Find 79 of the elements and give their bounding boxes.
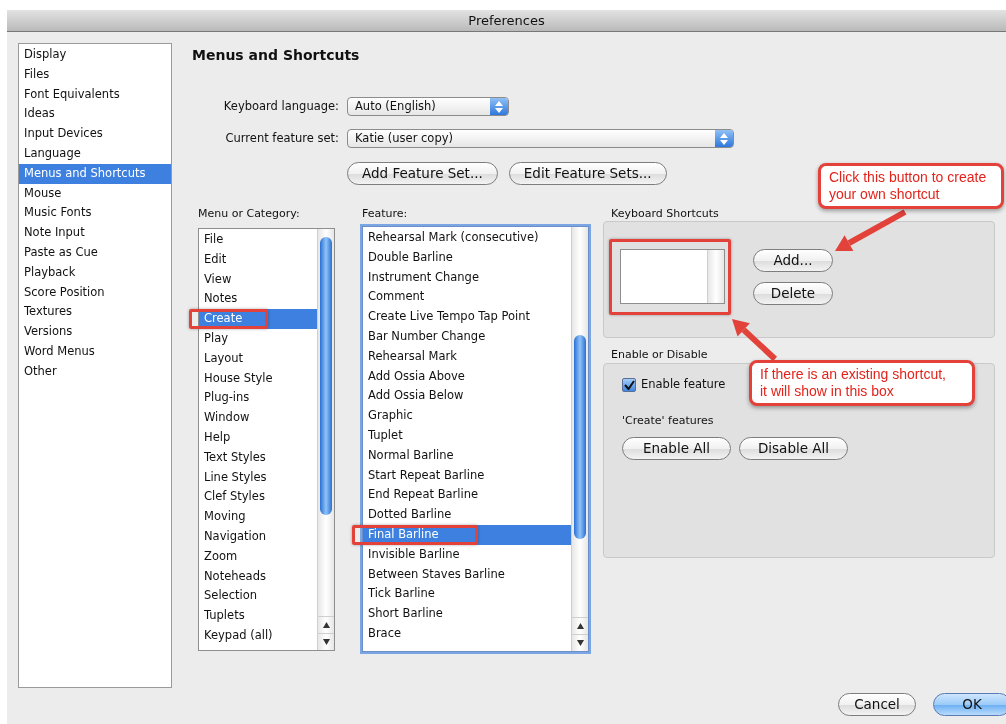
category-item[interactable]: Navigation bbox=[199, 526, 317, 547]
feature-item[interactable]: Instrument Change bbox=[363, 267, 571, 288]
feature-item[interactable]: Double Barline bbox=[363, 247, 571, 268]
keyboard-language-select[interactable]: Auto (English) bbox=[347, 97, 509, 116]
feature-set-select[interactable]: Katie (user copy) bbox=[347, 129, 734, 148]
dialog-button[interactable]: Cancel bbox=[838, 693, 916, 716]
feature-set-button[interactable]: Edit Feature Sets... bbox=[508, 162, 667, 185]
group-label: Keyboard Shortcuts bbox=[611, 207, 720, 221]
sidebar-item[interactable]: Note Input bbox=[19, 223, 171, 243]
category-item[interactable]: House Style bbox=[199, 368, 317, 389]
feature-item[interactable]: Brace bbox=[363, 623, 571, 644]
sidebar-item[interactable]: Font Equivalents bbox=[19, 84, 171, 105]
list-label: Feature: bbox=[362, 207, 409, 221]
sidebar-item[interactable]: Playback bbox=[19, 262, 171, 283]
sidebar-item[interactable]: Language bbox=[19, 144, 171, 164]
category-item[interactable]: Tuplets bbox=[199, 606, 317, 626]
sidebar-item[interactable]: Versions bbox=[19, 322, 171, 342]
sidebar-item[interactable]: Paste as Cue bbox=[19, 242, 171, 263]
page-title: Menus and Shortcuts bbox=[192, 46, 361, 63]
category-item[interactable]: File bbox=[199, 230, 317, 250]
feature-item[interactable]: Create Live Tempo Tap Point bbox=[363, 307, 571, 327]
feature-set-button[interactable]: Add Feature Set... bbox=[347, 162, 498, 185]
feature-item[interactable]: Dotted Barline bbox=[363, 505, 571, 525]
category-item[interactable]: Layout bbox=[199, 348, 317, 369]
feature-item[interactable]: Rehearsal Mark (consecutive) bbox=[363, 228, 571, 248]
feature-item[interactable]: Start Repeat Barline bbox=[363, 465, 571, 486]
category-item[interactable]: Text Styles bbox=[199, 447, 317, 468]
category-item[interactable]: Noteheads bbox=[199, 566, 317, 587]
feature-item[interactable]: Comment bbox=[363, 287, 571, 308]
category-item[interactable]: Plug-ins bbox=[199, 388, 317, 409]
features-label: 'Create' features bbox=[622, 413, 714, 428]
feature-item[interactable]: End Repeat Barline bbox=[363, 485, 571, 506]
feature-item[interactable]: Rehearsal Mark bbox=[363, 346, 571, 367]
category-item[interactable]: Clef Styles bbox=[199, 487, 317, 508]
toggle-all-button[interactable]: Disable All bbox=[739, 436, 848, 460]
sidebar-item[interactable]: Other bbox=[19, 361, 171, 382]
category-item[interactable]: Window bbox=[199, 408, 317, 428]
sidebar-item[interactable]: Music Fonts bbox=[19, 203, 171, 224]
shortcut-button[interactable]: Add... bbox=[753, 249, 833, 272]
category-item[interactable]: Line Styles bbox=[199, 467, 317, 488]
sidebar-item[interactable]: Files bbox=[19, 64, 171, 85]
category-item[interactable]: Selection bbox=[199, 586, 317, 607]
category-item[interactable]: Play bbox=[199, 329, 317, 349]
category-item[interactable]: Notes bbox=[199, 289, 317, 310]
enable-feature-checkbox[interactable]: Enable feature bbox=[622, 376, 726, 394]
category-item[interactable]: Edit bbox=[199, 249, 317, 270]
sidebar-item[interactable]: Menus and Shortcuts bbox=[19, 163, 171, 184]
feature-item[interactable]: Add Ossia Above bbox=[363, 366, 571, 387]
toggle-all-button[interactable]: Enable All bbox=[622, 436, 731, 460]
group-label: Enable or Disable bbox=[611, 348, 709, 362]
category-item[interactable]: View bbox=[199, 269, 317, 290]
shortcut-button[interactable]: Delete bbox=[753, 282, 833, 305]
field-label: Keyboard language: bbox=[222, 97, 339, 115]
sidebar-item[interactable]: Word Menus bbox=[19, 341, 171, 362]
feature-item[interactable]: Between Staves Barline bbox=[363, 564, 571, 585]
category-item[interactable]: Zoom bbox=[199, 546, 317, 567]
category-item[interactable]: Keypad (all) bbox=[199, 625, 317, 646]
sidebar-item[interactable]: Display bbox=[19, 45, 171, 65]
feature-item[interactable]: Invisible Barline bbox=[363, 544, 571, 565]
category-item[interactable]: Moving bbox=[199, 507, 317, 527]
callout: Click this button to create your own shortcut bbox=[818, 163, 1004, 209]
dialog-button[interactable]: OK bbox=[933, 693, 1006, 716]
sidebar-item[interactable]: Mouse bbox=[19, 183, 171, 204]
feature-item[interactable]: Normal Barline bbox=[363, 445, 571, 466]
feature-item[interactable]: Graphic bbox=[363, 406, 571, 426]
window-title: Preferences bbox=[7, 10, 1006, 32]
list-label: Menu or Category: bbox=[198, 207, 301, 221]
feature-item[interactable]: Bar Number Change bbox=[363, 327, 571, 347]
sidebar-item[interactable]: Textures bbox=[19, 302, 171, 323]
sidebar-item[interactable]: Score Position bbox=[19, 282, 171, 303]
feature-item[interactable]: Add Ossia Below bbox=[363, 386, 571, 407]
sidebar-item[interactable]: Ideas bbox=[19, 104, 171, 125]
feature-item[interactable]: Tuplet bbox=[363, 425, 571, 446]
feature-item[interactable]: Tick Barline bbox=[363, 584, 571, 605]
sidebar-item[interactable]: Input Devices bbox=[19, 124, 171, 144]
category-item[interactable]: Help bbox=[199, 427, 317, 448]
feature-item[interactable]: Short Barline bbox=[363, 604, 571, 624]
callout: If there is an existing shortcut, it will show in this box bbox=[749, 360, 975, 406]
field-label: Current feature set: bbox=[224, 129, 339, 147]
